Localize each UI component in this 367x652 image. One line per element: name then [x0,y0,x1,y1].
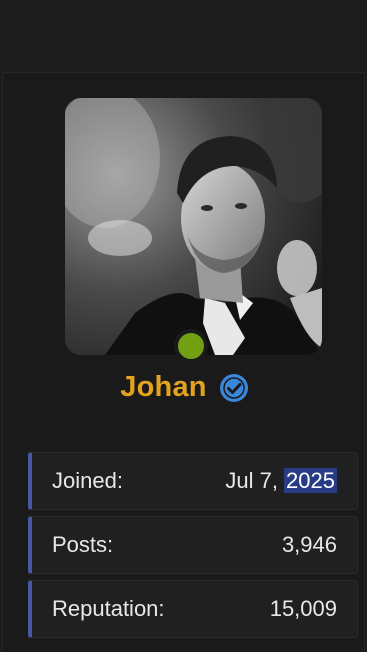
joined-date-prefix: Jul 7, [225,468,285,493]
stat-joined: Joined: Jul 7, 2025 [28,452,358,510]
stat-posts: Posts: 3,946 [28,516,358,574]
profile-card: Johan Joined: Jul 7, 2025 Posts: 3,946 R… [2,72,365,652]
stat-reputation: Reputation: 15,009 [28,580,358,638]
avatar-photo [65,98,322,355]
name-row: Johan [3,371,366,404]
stat-posts-label: Posts: [52,532,114,557]
stat-joined-value: Jul 7, 2025 [225,468,337,494]
online-status-indicator [174,329,208,363]
top-band [0,0,367,72]
joined-year-selection: 2025 [284,468,337,493]
stat-reputation-value: 15,009 [269,596,337,621]
verified-check-icon [219,373,249,403]
stat-posts-value: 3,946 [281,532,337,557]
avatar[interactable] [65,98,322,355]
stat-reputation-label: Reputation: [52,596,165,621]
username[interactable]: Johan [120,371,206,404]
stat-joined-label: Joined: [52,468,123,493]
